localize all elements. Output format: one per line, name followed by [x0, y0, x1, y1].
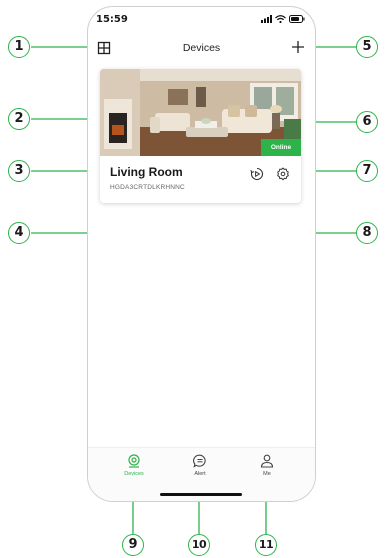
callout-6: 6 [356, 111, 378, 133]
wifi-icon [275, 15, 286, 23]
status-bar: 15:59 [88, 7, 315, 33]
tab-label-devices: Devices [124, 471, 144, 477]
callout-4: 4 [8, 222, 30, 244]
device-name: Living Room [110, 165, 183, 179]
camera-icon [128, 454, 140, 468]
tab-alert[interactable]: Alert [175, 454, 225, 477]
callout-2: 2 [8, 108, 30, 130]
callout-10: 10 [188, 534, 210, 556]
playback-icon[interactable] [250, 167, 264, 181]
home-indicator[interactable] [160, 493, 242, 496]
device-id: HGDA3CRTDLKRHNNC [110, 184, 185, 191]
tab-me[interactable]: Me [242, 454, 292, 477]
gear-icon[interactable] [276, 167, 290, 181]
device-card[interactable]: Online Living Room HGDA3CRTDLKRHNNC [100, 69, 301, 203]
page-title: Devices [182, 42, 221, 54]
callout-7: 7 [356, 160, 378, 182]
signal-icon [261, 15, 272, 23]
callout-1: 1 [8, 36, 30, 58]
header-bar: Devices [88, 37, 315, 61]
user-icon [260, 454, 274, 468]
chat-icon [193, 454, 206, 468]
status-badge: Online [261, 139, 301, 156]
callout-3: 3 [8, 160, 30, 182]
tab-label-alert: Alert [194, 471, 206, 477]
callout-5: 5 [356, 36, 378, 58]
phone-frame: 15:59 Devices Online Living Room HGDA3CR… [87, 6, 316, 502]
battery-icon [289, 15, 305, 23]
callout-8: 8 [356, 222, 378, 244]
tab-label-me: Me [263, 471, 271, 477]
tab-devices[interactable]: Devices [109, 454, 159, 477]
system-icons [261, 15, 305, 23]
plus-icon[interactable] [291, 40, 305, 54]
status-time: 15:59 [96, 14, 128, 25]
callout-9: 9 [122, 534, 144, 556]
callout-11: 11 [255, 534, 277, 556]
